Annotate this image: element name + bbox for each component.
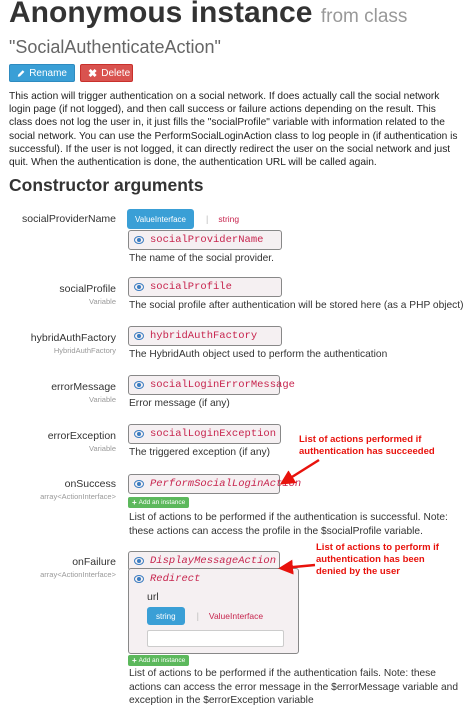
arg-type: Variable <box>89 297 116 306</box>
delete-button-label: Delete <box>101 67 131 79</box>
delete-button[interactable]: ✖ Delete <box>80 64 133 82</box>
tab-separator: | <box>206 214 209 224</box>
arg-help: The name of the social provider. <box>129 253 274 264</box>
arg-type: Variable <box>89 395 116 404</box>
eye-icon <box>134 480 144 488</box>
plus-icon: + <box>132 498 137 507</box>
class-name: "SocialAuthenticateAction" <box>9 37 221 57</box>
arg-name-errorException: errorException <box>47 430 116 442</box>
arg-type: array<ActionInterface> <box>40 492 116 501</box>
add-instance-label: Add an instance <box>138 499 186 506</box>
arg-name-errorMessage: errorMessage <box>51 381 116 393</box>
arg-help: The triggered exception (if any) <box>129 447 270 458</box>
eye-icon <box>134 381 144 389</box>
arg-help: List of actions to be performed if the a… <box>129 668 458 705</box>
arg-name-onSuccess: onSuccess <box>64 478 116 490</box>
arg-type: HybridAuthFactory <box>53 346 116 355</box>
tab-string[interactable]: string <box>218 214 239 224</box>
eye-icon <box>134 236 144 244</box>
arg-help: The HybridAuth object used to perform th… <box>129 349 388 360</box>
add-instance-label: Add an instance <box>138 657 186 664</box>
instance-ref-socialProviderName[interactable]: socialProviderName <box>128 230 282 250</box>
arg-name-socialProfile: socialProfile <box>59 283 116 295</box>
page-title-main: Anonymous instance <box>9 0 313 29</box>
instance-ref-label: socialLoginException <box>150 428 277 440</box>
nested-instance[interactable]: Redirect url string | ValueInterface <box>128 568 299 654</box>
page-title: Anonymous instance from class <box>9 0 407 30</box>
pencil-icon <box>17 69 25 77</box>
eye-icon <box>134 575 144 583</box>
arg-name-hybridAuthFactory: hybridAuthFactory <box>30 332 116 344</box>
instance-ref-label: hybridAuthFactory <box>150 330 258 342</box>
type-tabs: ValueInterface | string <box>127 209 239 229</box>
nested-instance-label: Redirect <box>150 573 201 585</box>
nested-param-name: url <box>147 591 159 603</box>
add-instance-button[interactable]: + Add an instance <box>128 497 190 508</box>
class-description: This action will trigger authentication … <box>9 91 458 169</box>
instance-ref-label: PerformSocialLoginAction <box>150 478 302 490</box>
instance-ref-errorException[interactable]: socialLoginException <box>128 424 281 444</box>
arg-help: The social profile after authentication … <box>129 300 464 311</box>
nested-instance-ref[interactable]: Redirect <box>134 573 200 585</box>
annotation-success: List of actions performed if authenticat… <box>299 434 435 457</box>
instance-ref-onSuccess[interactable]: PerformSocialLoginAction <box>128 474 301 494</box>
instance-ref-label: DisplayMessageAction <box>150 555 277 567</box>
eye-icon <box>134 430 144 438</box>
instance-ref-hybridAuthFactory[interactable]: hybridAuthFactory <box>128 326 282 346</box>
arg-type: array<ActionInterface> <box>40 570 116 579</box>
arg-type: Variable <box>89 444 116 453</box>
tab-valueinterface[interactable]: ValueInterface <box>127 209 194 229</box>
page-title-suffix: from class <box>320 6 408 27</box>
eye-icon <box>134 332 144 340</box>
section-title: Constructor arguments <box>9 175 204 195</box>
instance-ref-label: socialLoginErrorMessage <box>150 379 295 391</box>
instance-ref-label: socialProviderName <box>150 234 264 246</box>
instance-ref-socialProfile[interactable]: socialProfile <box>128 277 282 297</box>
annotation-failure: List of actions to perform if authentica… <box>316 542 439 577</box>
instance-ref-errorMessage[interactable]: socialLoginErrorMessage <box>128 375 295 395</box>
plus-icon: + <box>132 656 137 665</box>
tab-valueinterface[interactable]: ValueInterface <box>209 611 263 621</box>
tab-string[interactable]: string <box>147 607 185 625</box>
tab-separator: | <box>196 611 199 621</box>
arg-help: List of actions to be performed if the a… <box>129 512 448 537</box>
url-input[interactable] <box>147 630 284 647</box>
nested-type-tabs: string | ValueInterface <box>147 607 263 625</box>
eye-icon <box>134 283 144 291</box>
rename-button-label: Rename <box>29 67 67 79</box>
arg-name-onFailure: onFailure <box>72 556 116 568</box>
close-icon: ✖ <box>88 67 98 80</box>
add-instance-button[interactable]: + Add an instance <box>128 655 190 666</box>
arg-name-socialProviderName: socialProviderName <box>22 213 116 225</box>
eye-icon <box>134 557 144 565</box>
instance-ref-label: socialProfile <box>150 281 232 293</box>
arg-help: Error message (if any) <box>129 398 230 409</box>
rename-button[interactable]: Rename <box>9 64 75 82</box>
